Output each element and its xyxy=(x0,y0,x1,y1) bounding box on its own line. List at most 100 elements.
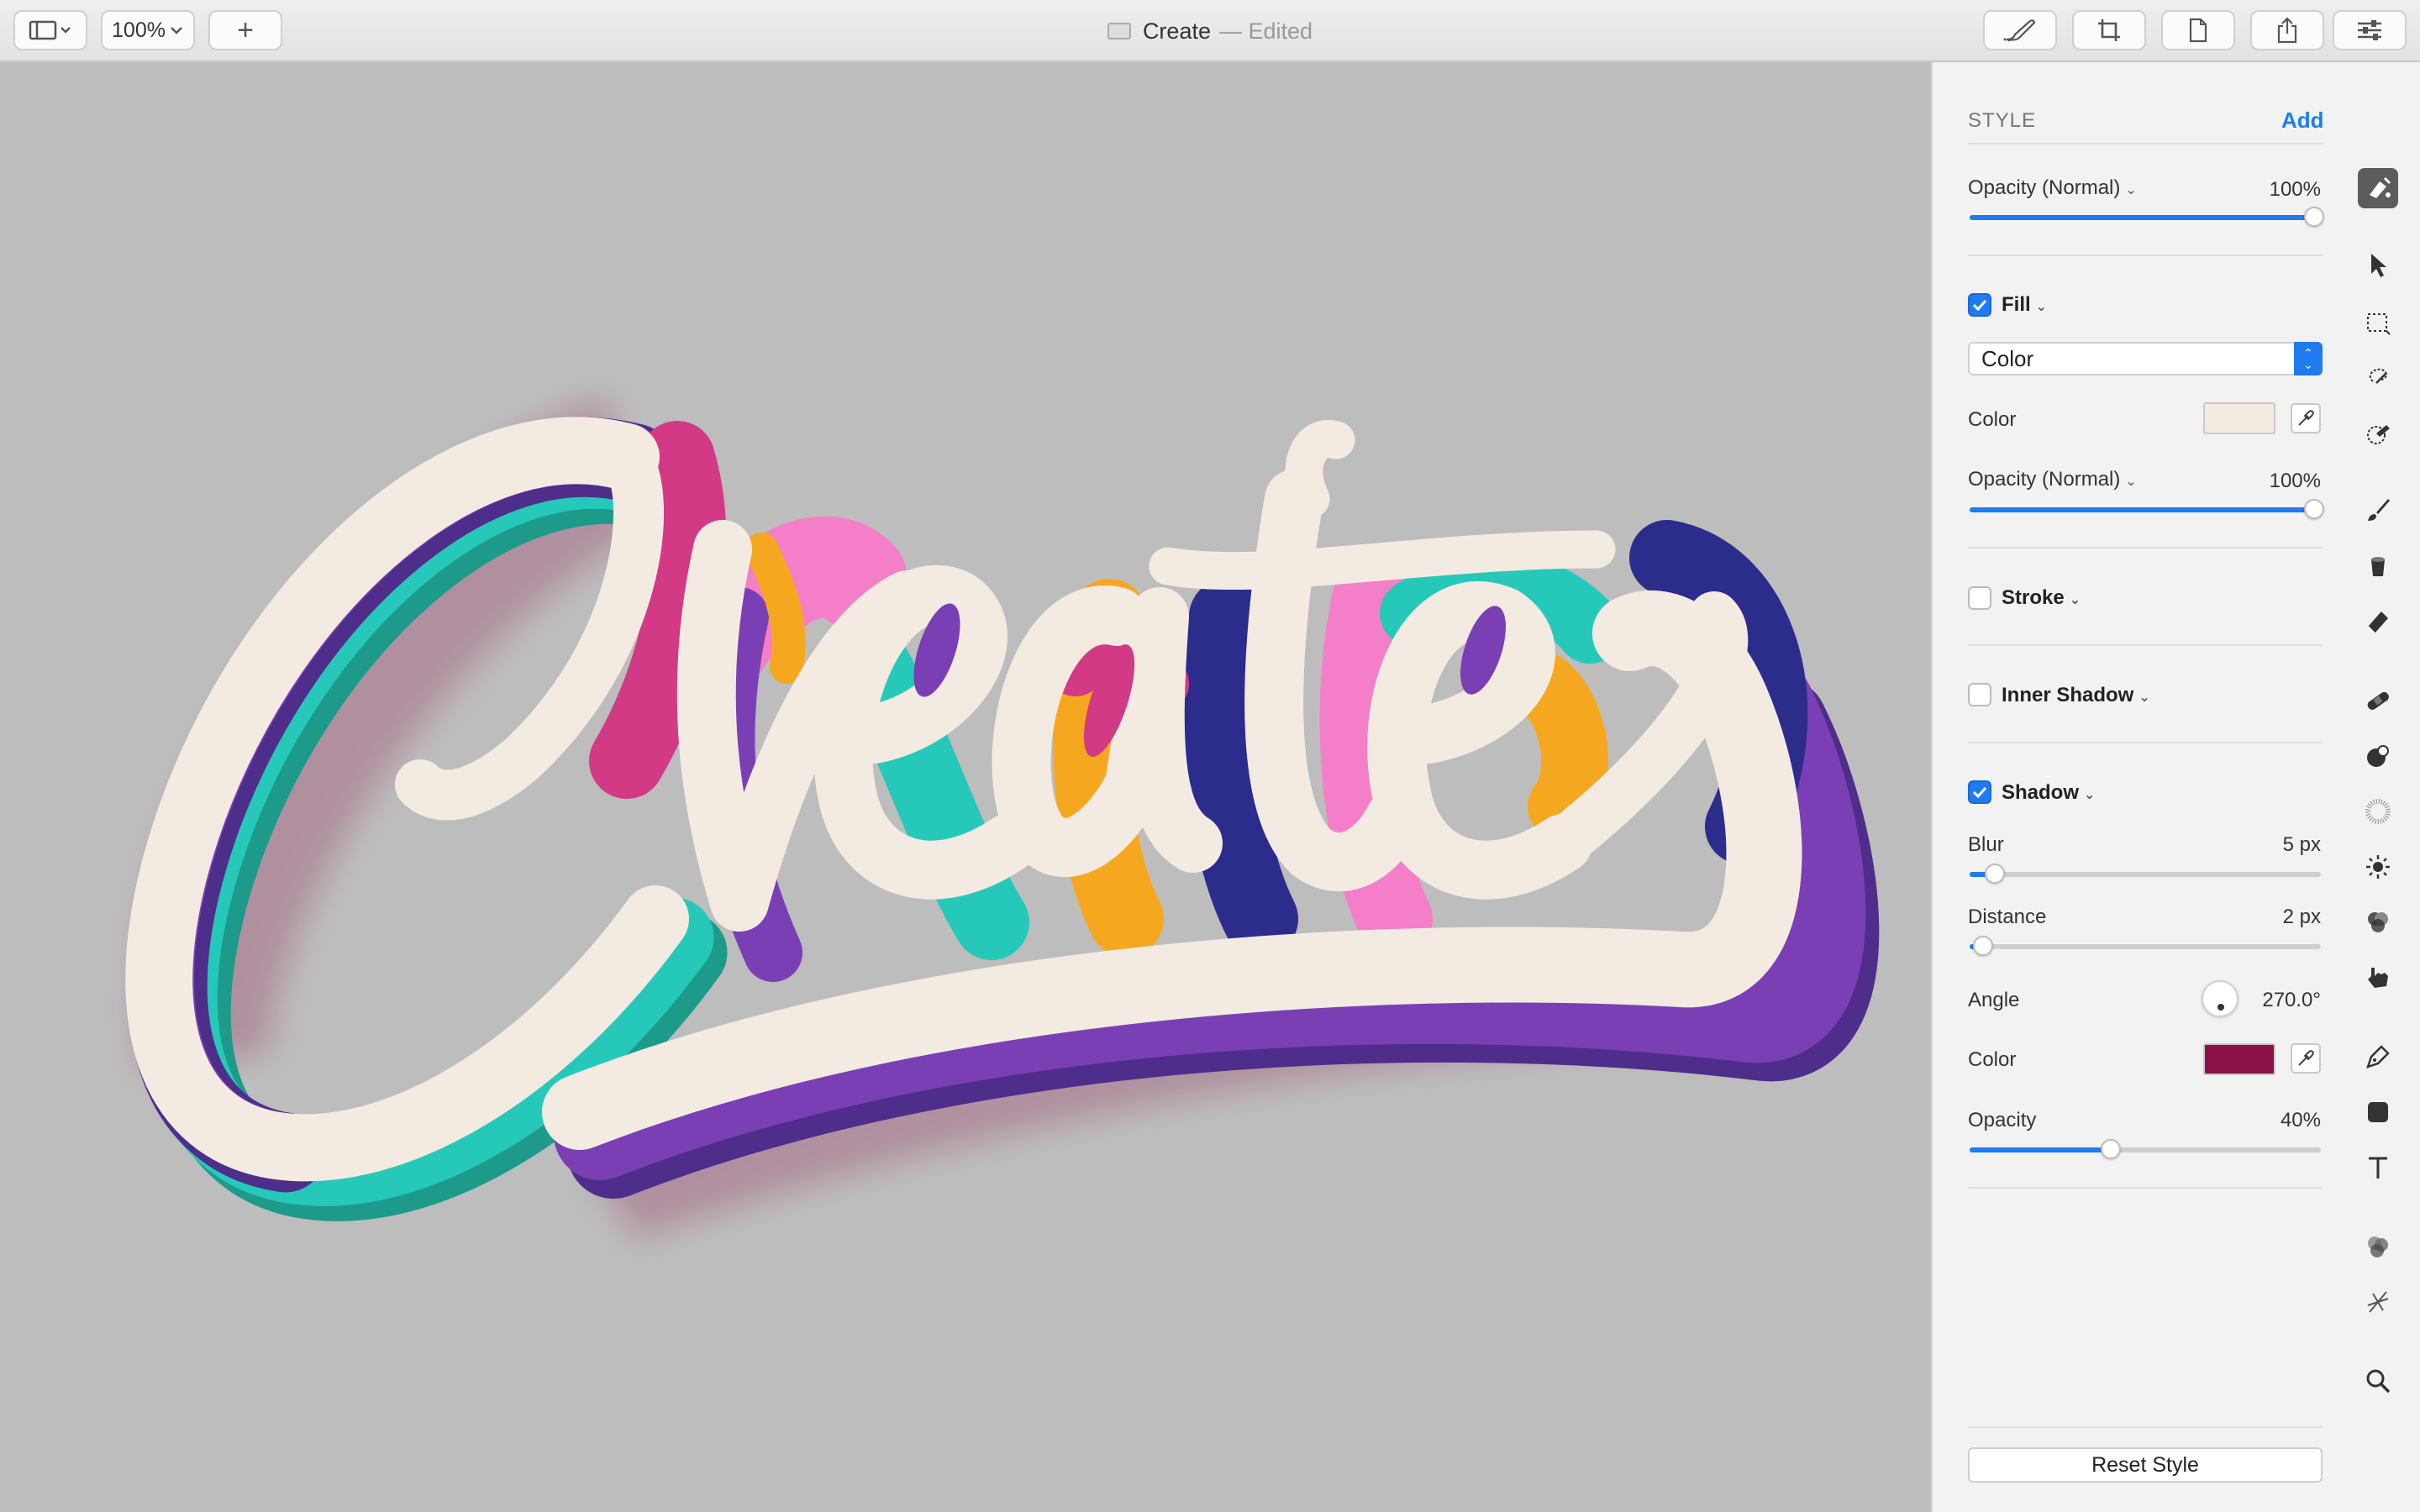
brush-tool[interactable] xyxy=(2358,491,2398,531)
slider-knob[interactable] xyxy=(2101,1139,2121,1159)
fill-color-label: Color xyxy=(1968,408,2017,431)
stroke-checkbox[interactable] xyxy=(1968,586,1991,610)
text-icon xyxy=(2369,1157,2387,1179)
page-icon xyxy=(2189,18,2207,43)
layer-opacity-slider[interactable] xyxy=(1970,207,2324,227)
divider xyxy=(1968,644,2323,646)
checkmark-icon xyxy=(1972,299,1987,311)
create-lettering-artwork[interactable] xyxy=(0,62,1931,1512)
divider xyxy=(1968,143,2323,144)
bandage-tool[interactable] xyxy=(2358,680,2398,721)
divider xyxy=(1968,742,2323,743)
eyedropper-icon xyxy=(2298,410,2314,426)
stroke-label[interactable]: Stroke ⌄ xyxy=(2002,586,2081,610)
chevron-down-icon: ⌄ xyxy=(2069,593,2081,607)
style-tool[interactable] xyxy=(2358,168,2398,208)
shadow-label[interactable]: Shadow ⌄ xyxy=(2002,781,2095,805)
bucket-tool[interactable] xyxy=(2358,546,2398,586)
text-tool[interactable] xyxy=(2358,1147,2398,1188)
window-title: Create — Edited xyxy=(1008,0,1412,62)
sidebar-toggle-button[interactable] xyxy=(13,10,87,50)
sliders-icon xyxy=(2358,20,2381,40)
noise-tool[interactable] xyxy=(2358,791,2398,832)
zoom-icon xyxy=(2366,1369,2391,1394)
blur-value: 5 px xyxy=(2282,833,2321,856)
distance-slider[interactable] xyxy=(1970,936,2321,956)
shadow-opacity-slider[interactable] xyxy=(1970,1139,2321,1159)
zoom-select[interactable]: 100% xyxy=(101,10,195,50)
blur-slider[interactable] xyxy=(1970,864,2321,884)
clone-tool[interactable] xyxy=(2358,736,2398,776)
fill-label[interactable]: Fill ⌄ xyxy=(2002,293,2047,317)
fill-type-value: Color xyxy=(1981,346,2034,371)
document-button[interactable] xyxy=(2161,10,2235,50)
divider xyxy=(1968,255,2323,256)
reset-style-button[interactable]: Reset Style xyxy=(1968,1447,2323,1483)
sparkle-tool[interactable] xyxy=(2358,1282,2398,1322)
checkmark-icon xyxy=(1972,786,1987,798)
blend-tool[interactable] xyxy=(2358,1226,2398,1267)
brush-icon xyxy=(2368,499,2390,521)
rect-select-tool[interactable] xyxy=(2358,302,2398,343)
edited-status: — Edited xyxy=(1218,18,1313,44)
eraser-tool[interactable] xyxy=(2358,601,2398,642)
blend-icon xyxy=(2368,1236,2388,1257)
document-name: Create xyxy=(1142,18,1211,44)
fill-type-select[interactable]: Color ⌃ ⌄ xyxy=(1968,342,2323,375)
slider-fill xyxy=(1970,1147,2111,1152)
magic-select-icon xyxy=(2367,425,2390,444)
fill-opacity-slider[interactable] xyxy=(1970,499,2324,519)
pen-tool[interactable] xyxy=(2358,1037,2398,1077)
slider-knob[interactable] xyxy=(2304,207,2324,227)
divider xyxy=(1968,547,2323,549)
layer-opacity-text: Opacity (Normal) xyxy=(1968,176,2121,199)
zoom-tool[interactable] xyxy=(2358,1361,2398,1401)
blur-label: Blur xyxy=(1968,833,2004,856)
slider-knob[interactable] xyxy=(2304,499,2324,519)
chevron-down-icon: ⌄ xyxy=(2125,475,2137,489)
magic-select-tool[interactable] xyxy=(2358,413,2398,454)
canvas-area[interactable] xyxy=(0,62,1931,1512)
add-style-link[interactable]: Add xyxy=(2281,108,2324,134)
adjustments-button[interactable] xyxy=(2333,10,2407,50)
shadow-color-swatch[interactable] xyxy=(2203,1043,2275,1075)
shadow-eyedropper-button[interactable] xyxy=(2291,1043,2321,1074)
fill-checkbox[interactable] xyxy=(1968,293,1991,317)
shadow-text: Shadow xyxy=(2002,781,2080,804)
inner-shadow-label[interactable]: Inner Shadow ⌄ xyxy=(2002,684,2150,707)
angle-dial[interactable] xyxy=(2202,980,2238,1017)
shape-tool[interactable] xyxy=(2358,1092,2398,1132)
style-panel xyxy=(1931,62,2334,1512)
fill-color-swatch[interactable] xyxy=(2203,402,2275,434)
document-icon xyxy=(1107,23,1131,39)
lasso-icon xyxy=(2369,368,2387,384)
distance-label: Distance xyxy=(1968,906,2047,928)
arrow-tool[interactable] xyxy=(2358,245,2398,286)
brush-settings-button[interactable] xyxy=(1983,10,2057,50)
add-layer-button[interactable]: + xyxy=(208,10,282,50)
chevron-down-icon: ⌄ xyxy=(2125,183,2137,197)
brush-stroke-icon xyxy=(2003,19,2036,42)
color-adjust-tool[interactable] xyxy=(2358,902,2398,942)
bucket-icon xyxy=(2371,557,2385,576)
chevron-down-icon: ⌄ xyxy=(2084,788,2096,802)
lasso-tool[interactable] xyxy=(2358,358,2398,398)
crop-button[interactable] xyxy=(2072,10,2146,50)
slider-knob[interactable] xyxy=(1973,936,1993,956)
brightness-tool[interactable] xyxy=(2358,847,2398,887)
clone-icon xyxy=(2367,745,2389,767)
fill-eyedropper-button[interactable] xyxy=(2291,403,2321,433)
style-heading: STYLE xyxy=(1968,109,2037,132)
smudge-icon xyxy=(2368,968,2388,988)
slider-knob[interactable] xyxy=(1985,864,2005,884)
fill-opacity-label[interactable]: Opacity (Normal) ⌄ xyxy=(1968,468,2137,491)
layer-opacity-label[interactable]: Opacity (Normal) ⌄ xyxy=(1968,176,2137,200)
smudge-tool[interactable] xyxy=(2358,958,2398,998)
share-button[interactable] xyxy=(2250,10,2324,50)
angle-dial-dot xyxy=(2217,1004,2224,1011)
distance-value: 2 px xyxy=(2282,906,2321,928)
layer-opacity-value: 100% xyxy=(2269,178,2321,201)
inner-shadow-text: Inner Shadow xyxy=(2002,684,2134,706)
shadow-checkbox[interactable] xyxy=(1968,780,1991,804)
inner-shadow-checkbox[interactable] xyxy=(1968,683,1991,706)
